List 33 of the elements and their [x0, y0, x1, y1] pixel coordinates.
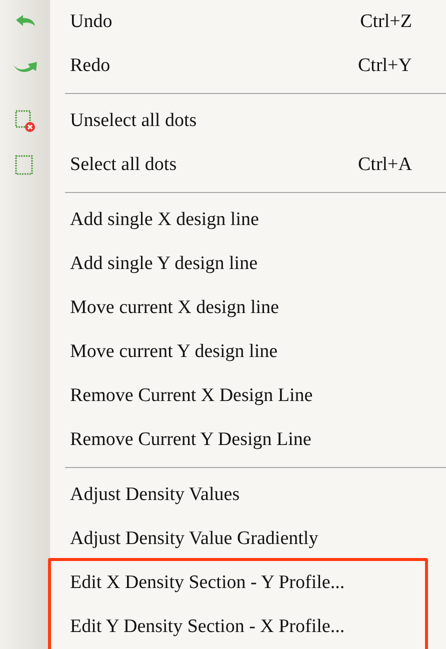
shortcut-label: Ctrl+A	[358, 152, 412, 177]
menu-item-label: Undo	[70, 10, 114, 34]
menu-item[interactable]: Edit X Density Section - Y Profile...	[0, 561, 440, 605]
shortcut-label: Ctrl+Z	[360, 10, 412, 34]
menu-item-label: Add single Y design line	[70, 252, 259, 276]
menu-item-label: Adjust Density Value Gradiently	[70, 526, 320, 551]
menu-item[interactable]: Move current Y design line	[0, 330, 446, 374]
menu-item-label: Add single X design line	[70, 208, 260, 232]
select-icon	[14, 153, 36, 177]
unselect-icon	[14, 109, 36, 133]
menu-item[interactable]: Remove Current X Design Line	[0, 374, 446, 418]
menu-item[interactable]: Select all dots Ctrl+A	[0, 143, 446, 187]
menu-item-label: Remove Current Y Design Line	[70, 428, 312, 452]
menu-item[interactable]: Add single X design line	[0, 198, 446, 242]
menu-item-label: Edit Y Density Section - X Profile...	[70, 614, 346, 639]
menu-item[interactable]: Unselect all dots	[0, 99, 446, 143]
menu-item-label: Adjust Density Values	[70, 482, 241, 507]
menu-item[interactable]: Edit Y Density Section - X Profile...	[0, 605, 440, 649]
menu-item[interactable]: Move current X design line	[0, 286, 446, 330]
menu-item[interactable]: Redo Ctrl+Y	[0, 44, 446, 88]
menu-item-label: Redo	[70, 54, 112, 78]
menu-item[interactable]: Add single Y design line	[0, 242, 446, 286]
menu-item[interactable]: Undo Ctrl+Z	[0, 0, 446, 44]
menu-item-label: Select all dots	[70, 152, 178, 177]
menu-item-label: Move current X design line	[70, 296, 280, 320]
menu-item-label: Remove Current X Design Line	[70, 384, 314, 408]
menu-item[interactable]: Adjust Density Values	[0, 473, 446, 517]
menu-item[interactable]: Remove Current Y Design Line	[0, 418, 446, 462]
shortcut-label: Ctrl+Y	[358, 54, 412, 78]
menu-item-label: Move current Y design line	[70, 340, 279, 364]
menu-item-label: Unselect all dots	[70, 108, 198, 133]
menu-item-label: Edit X Density Section - Y Profile...	[70, 570, 346, 595]
menu-item[interactable]: Adjust Density Value Gradiently	[0, 517, 446, 561]
